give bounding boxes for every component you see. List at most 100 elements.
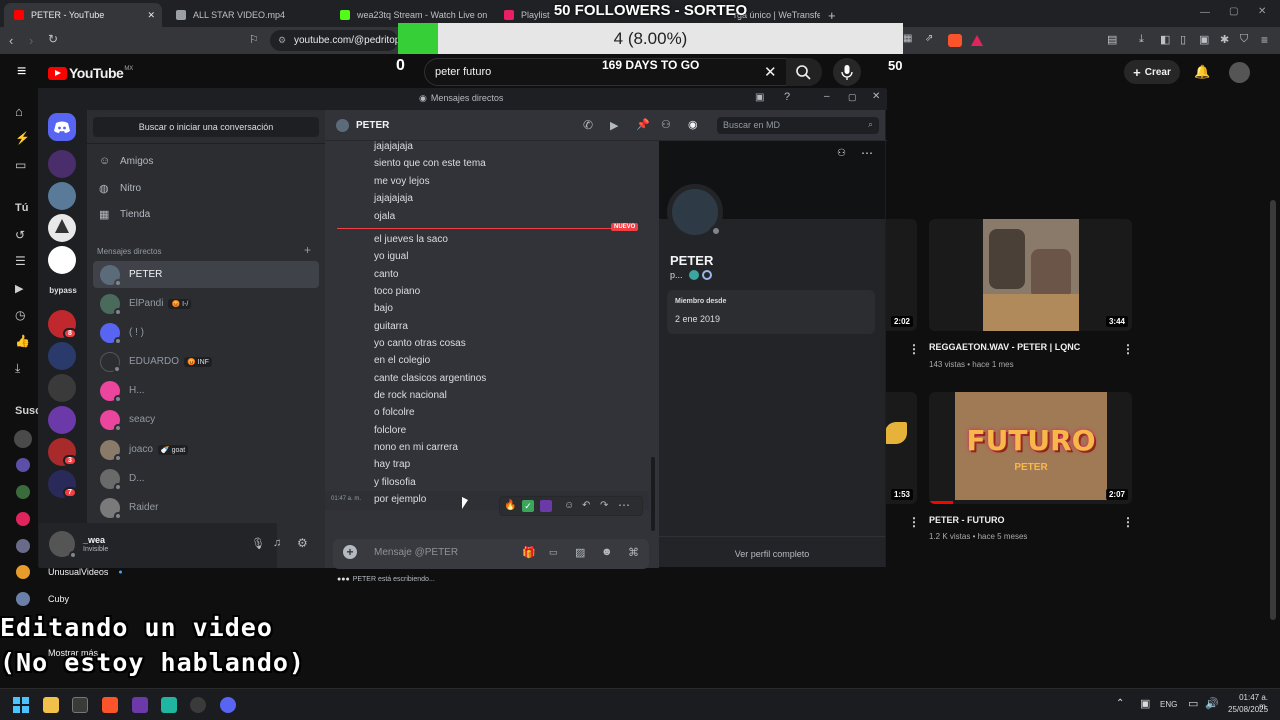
dm-item-elpandi[interactable]: ElPandi 😡 I-/ — [93, 290, 319, 317]
microphone-icon[interactable]: 🎙 — [251, 537, 265, 550]
home-icon[interactable]: ⌂ — [15, 104, 23, 119]
video-title[interactable]: PETER - FUTURO — [929, 515, 1005, 525]
server-icon[interactable] — [48, 150, 76, 178]
add-friend-icon[interactable]: ⚇ — [661, 118, 671, 131]
maximize-icon[interactable]: ▢ — [848, 92, 857, 103]
minimize-icon[interactable]: – — [824, 91, 830, 102]
dm-item-peter[interactable]: PETER — [93, 261, 319, 288]
server-label[interactable]: bypass — [39, 286, 87, 295]
video-title[interactable]: REGGAETON.WAV - PETER | LQNC — [929, 342, 1080, 352]
check-reaction-icon[interactable]: ✓ — [522, 500, 534, 512]
chat-scrollbar[interactable] — [651, 457, 655, 531]
more-options-icon[interactable]: ⋮ — [1122, 342, 1134, 356]
address-bar[interactable]: ⚙ youtube.com/@pedritop — [270, 30, 398, 51]
app-icon[interactable] — [161, 697, 177, 713]
menu-icon[interactable]: ≡ — [1261, 33, 1268, 47]
store-icon[interactable] — [72, 697, 88, 713]
reload-icon[interactable]: ↻ — [48, 32, 58, 46]
input-language[interactable]: ENG — [1160, 700, 1177, 709]
nav-nitro[interactable]: ◍ Nitro — [99, 182, 141, 196]
forward-icon[interactable]: ↷ — [600, 500, 608, 511]
youtube-logo[interactable]: YouTube MX — [48, 65, 133, 81]
clear-search-icon[interactable]: ✕ — [764, 63, 777, 81]
maximize-window-icon[interactable]: ▢ — [1229, 6, 1238, 17]
forward-icon[interactable]: › — [29, 33, 33, 48]
tray-overflow-icon[interactable]: ⌃ — [1116, 698, 1124, 709]
user-profile-icon[interactable]: ◉ — [688, 118, 698, 131]
sidebar-icon[interactable]: ▯ — [1180, 33, 1186, 46]
custom-emoji-reaction-icon[interactable] — [540, 500, 552, 512]
windows-start-icon[interactable] — [13, 697, 29, 713]
tray-app-icon[interactable]: ▣ — [1140, 697, 1150, 710]
more-actions-icon[interactable]: ⋯ — [618, 498, 630, 512]
file-explorer-icon[interactable] — [43, 697, 59, 713]
share-icon[interactable]: ⇗ — [925, 33, 933, 44]
pin-icon[interactable]: 📌 — [636, 118, 650, 131]
downloads-icon[interactable]: ⤓ — [15, 361, 20, 376]
video-editor-icon[interactable] — [132, 697, 148, 713]
emoji-icon[interactable]: ☻ — [601, 546, 613, 558]
channel-avatar[interactable] — [16, 512, 30, 526]
tab-search-icon[interactable]: ▤ — [1107, 33, 1117, 46]
wallet-icon[interactable]: ▣ — [1199, 33, 1209, 46]
you-section-label[interactable]: Tú — [15, 202, 28, 214]
server-icon[interactable] — [48, 406, 76, 434]
download-icon[interactable]: ⤓ — [1139, 33, 1144, 46]
add-reaction-icon[interactable]: ☺ — [564, 500, 574, 511]
channel-avatar[interactable] — [16, 485, 30, 499]
more-options-icon[interactable]: ⋮ — [908, 342, 920, 356]
dm-item-raider[interactable]: Raider — [93, 494, 319, 521]
liked-videos-icon[interactable]: 👍 — [15, 334, 30, 348]
more-options-icon[interactable]: ⋯ — [861, 146, 873, 160]
add-friend-icon[interactable]: ⚇ — [837, 148, 846, 159]
headphones-icon[interactable]: ♫ — [273, 537, 281, 549]
close-tab-icon[interactable]: ✕ — [147, 10, 155, 21]
account-avatar[interactable] — [1229, 62, 1250, 83]
server-icon[interactable] — [48, 374, 76, 402]
gif-icon[interactable]: ▭ — [549, 547, 558, 558]
leo-icon[interactable]: ✱ — [1220, 33, 1229, 46]
volume-icon[interactable]: 🔊 — [1205, 697, 1219, 710]
notifications-bell-icon[interactable]: 🔔 — [1194, 64, 1210, 80]
settings-gear-icon[interactable]: ⚙ — [297, 536, 308, 550]
nav-friends[interactable]: ☺ Amigos — [99, 155, 153, 167]
reply-icon[interactable]: ↶ — [582, 500, 590, 511]
search-button[interactable] — [786, 58, 822, 86]
discord-taskbar-icon[interactable] — [220, 697, 236, 713]
page-scrollbar[interactable] — [1270, 200, 1276, 620]
hamburger-menu-icon[interactable]: ≡ — [17, 63, 26, 81]
network-icon[interactable]: ▭ — [1188, 697, 1198, 710]
video-thumbnail[interactable]: FUTURO PETER 2:07 — [929, 392, 1132, 504]
find-conversation-input[interactable]: Buscar o iniciar una conversación — [93, 117, 319, 137]
subscription-item[interactable]: Cuby — [16, 592, 69, 606]
video-thumbnail[interactable]: 3:44 — [929, 219, 1132, 331]
server-icon[interactable] — [48, 246, 76, 274]
translate-icon[interactable]: ▦ — [903, 33, 912, 44]
message-composer[interactable]: + Mensaje @PETER 🎁 ▭ ▨ ☻ ⌘ — [333, 539, 649, 569]
server-icon[interactable] — [48, 214, 76, 242]
clock-date[interactable]: 25/08/2025 — [1228, 705, 1268, 714]
close-icon[interactable]: ✕ — [872, 91, 880, 102]
attach-plus-icon[interactable]: + — [343, 545, 357, 559]
view-full-profile-link[interactable]: Ver perfil completo — [659, 549, 885, 559]
tab-peter-youtube[interactable]: PETER - YouTube ✕ — [4, 3, 162, 27]
brave-browser-icon[interactable] — [102, 697, 118, 713]
your-videos-icon[interactable]: ▶ — [15, 282, 23, 295]
brave-shield-icon[interactable] — [948, 34, 962, 47]
obs-icon[interactable] — [190, 697, 206, 713]
history-icon[interactable]: ↺ — [15, 228, 25, 242]
user-avatar[interactable] — [49, 531, 77, 559]
minimize-window-icon[interactable]: — — [1200, 7, 1210, 18]
playlists-icon[interactable]: ☰ — [15, 254, 26, 268]
bookmark-icon[interactable]: ⚐ — [249, 33, 259, 46]
nav-shop[interactable]: ▦ Tienda — [99, 208, 150, 222]
inbox-icon[interactable]: ▣ — [755, 92, 764, 103]
more-options-icon[interactable]: ⋮ — [908, 515, 920, 529]
dm-item-h[interactable]: H... — [93, 377, 319, 404]
gift-icon[interactable]: 🎁 — [522, 546, 536, 559]
extensions-icon[interactable]: ◧ — [1160, 33, 1170, 46]
more-options-icon[interactable]: ⋮ — [1122, 515, 1134, 529]
voice-search-button[interactable] — [833, 58, 861, 86]
dm-item-seacy[interactable]: seacy — [93, 406, 319, 433]
help-icon[interactable]: ? — [784, 91, 790, 103]
